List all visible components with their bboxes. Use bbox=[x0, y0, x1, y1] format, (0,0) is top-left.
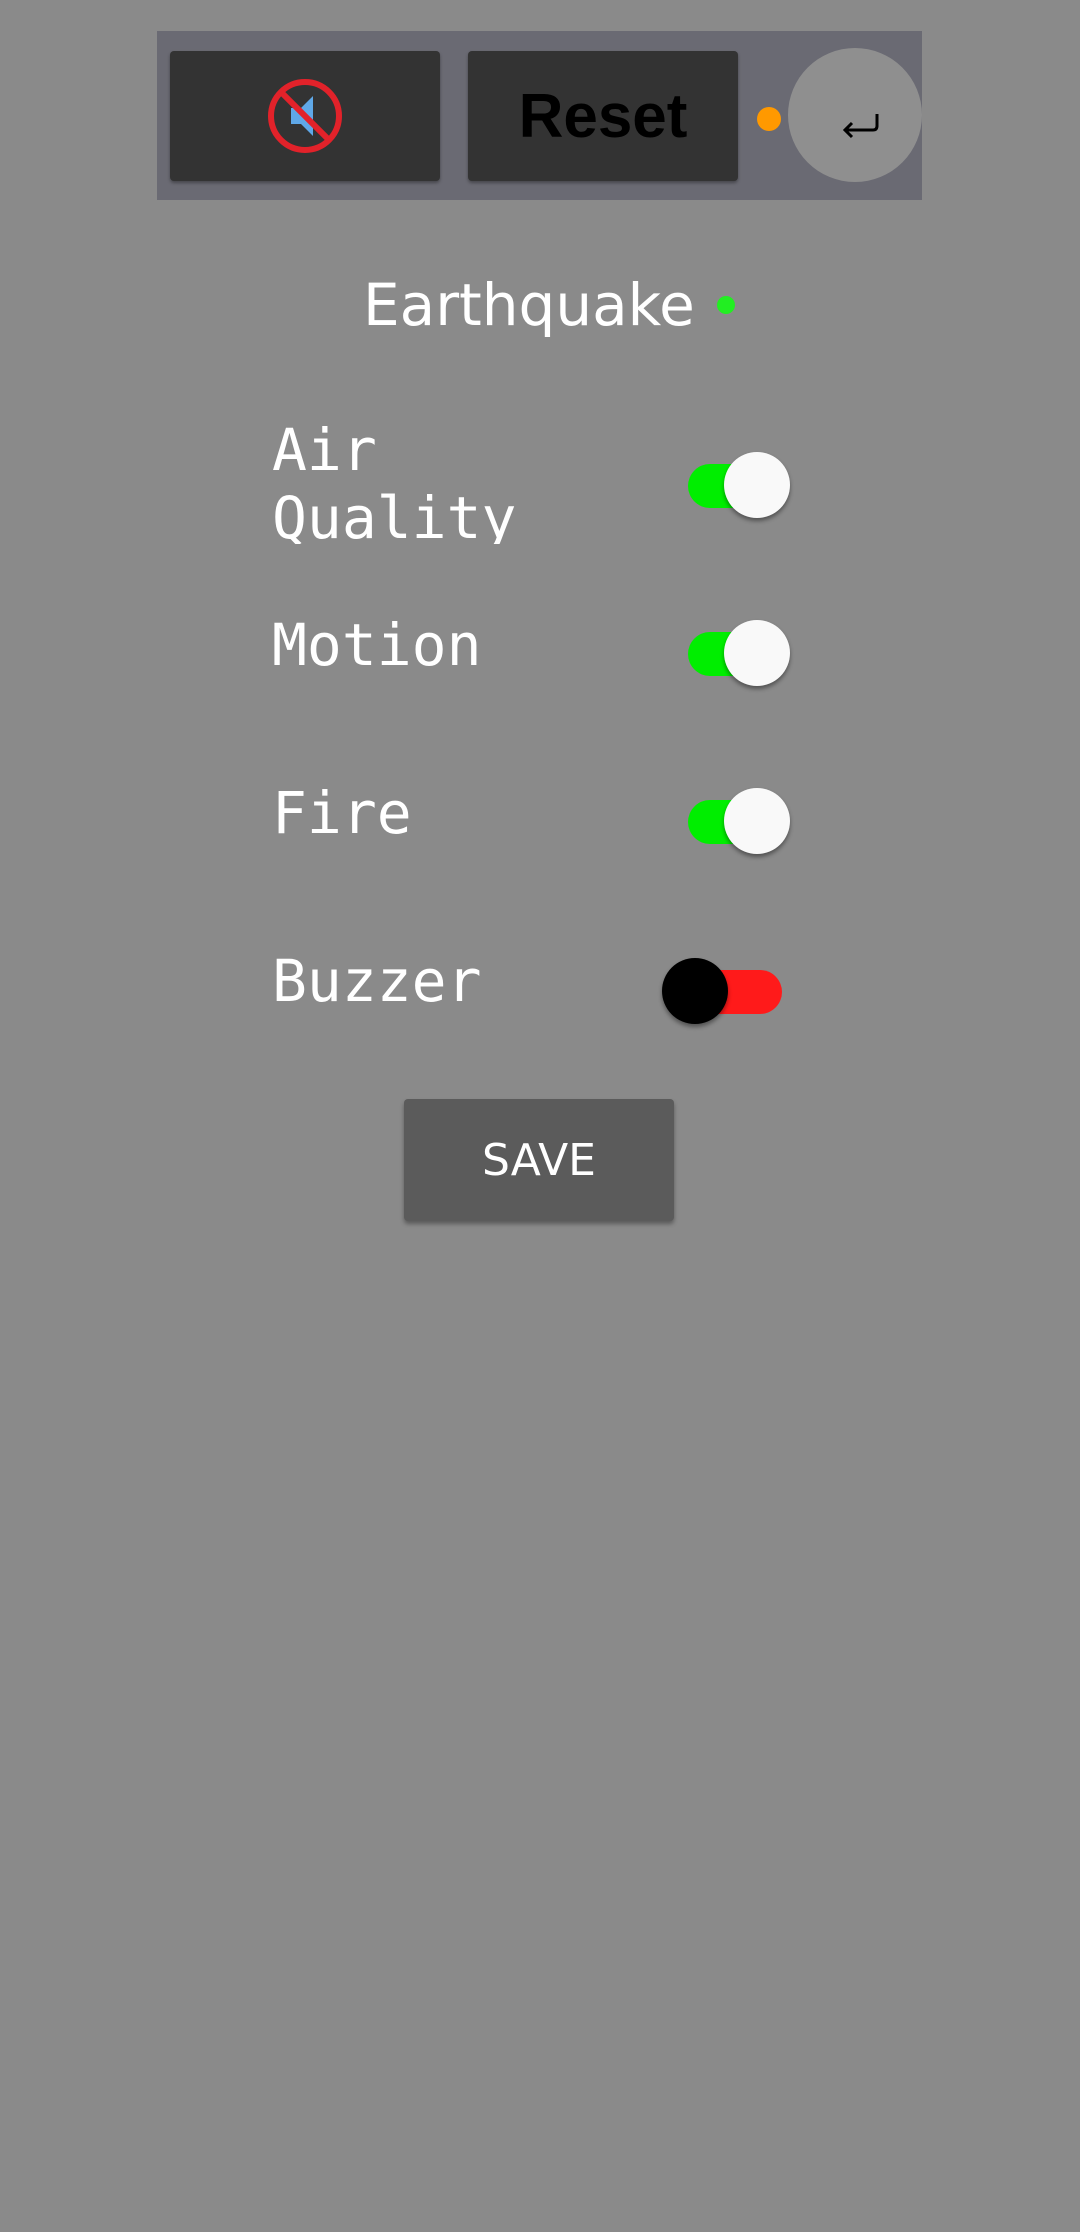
back-button[interactable] bbox=[788, 48, 922, 182]
buzzer-label: Buzzer bbox=[272, 947, 482, 1015]
top-toolbar: Reset bbox=[157, 31, 922, 200]
earthquake-indicator-dot bbox=[716, 296, 735, 314]
return-arrow-icon bbox=[842, 114, 879, 139]
buzzer-toggle[interactable] bbox=[662, 946, 782, 1024]
earthquake-label: Earthquake bbox=[363, 271, 695, 339]
motion-toggle[interactable] bbox=[680, 608, 790, 686]
save-button[interactable]: SAVE bbox=[404, 1099, 674, 1221]
speaker-muted-icon bbox=[268, 79, 342, 153]
reset-button[interactable]: Reset bbox=[468, 51, 738, 181]
toggle-thumb bbox=[724, 620, 790, 686]
status-dot bbox=[757, 107, 781, 131]
air-quality-toggle[interactable] bbox=[680, 440, 790, 518]
toggle-thumb bbox=[662, 958, 728, 1024]
earthquake-status: Earthquake bbox=[363, 265, 735, 345]
toggle-thumb bbox=[724, 452, 790, 518]
air-quality-label: Air Quality bbox=[272, 416, 517, 544]
mute-button[interactable] bbox=[170, 51, 440, 181]
motion-label: Motion bbox=[272, 611, 482, 679]
fire-label: Fire bbox=[272, 779, 412, 847]
screen: Reset Earthquake Air Quality Motion Fire… bbox=[0, 0, 1080, 2232]
toggle-thumb bbox=[724, 788, 790, 854]
fire-toggle[interactable] bbox=[680, 776, 790, 854]
